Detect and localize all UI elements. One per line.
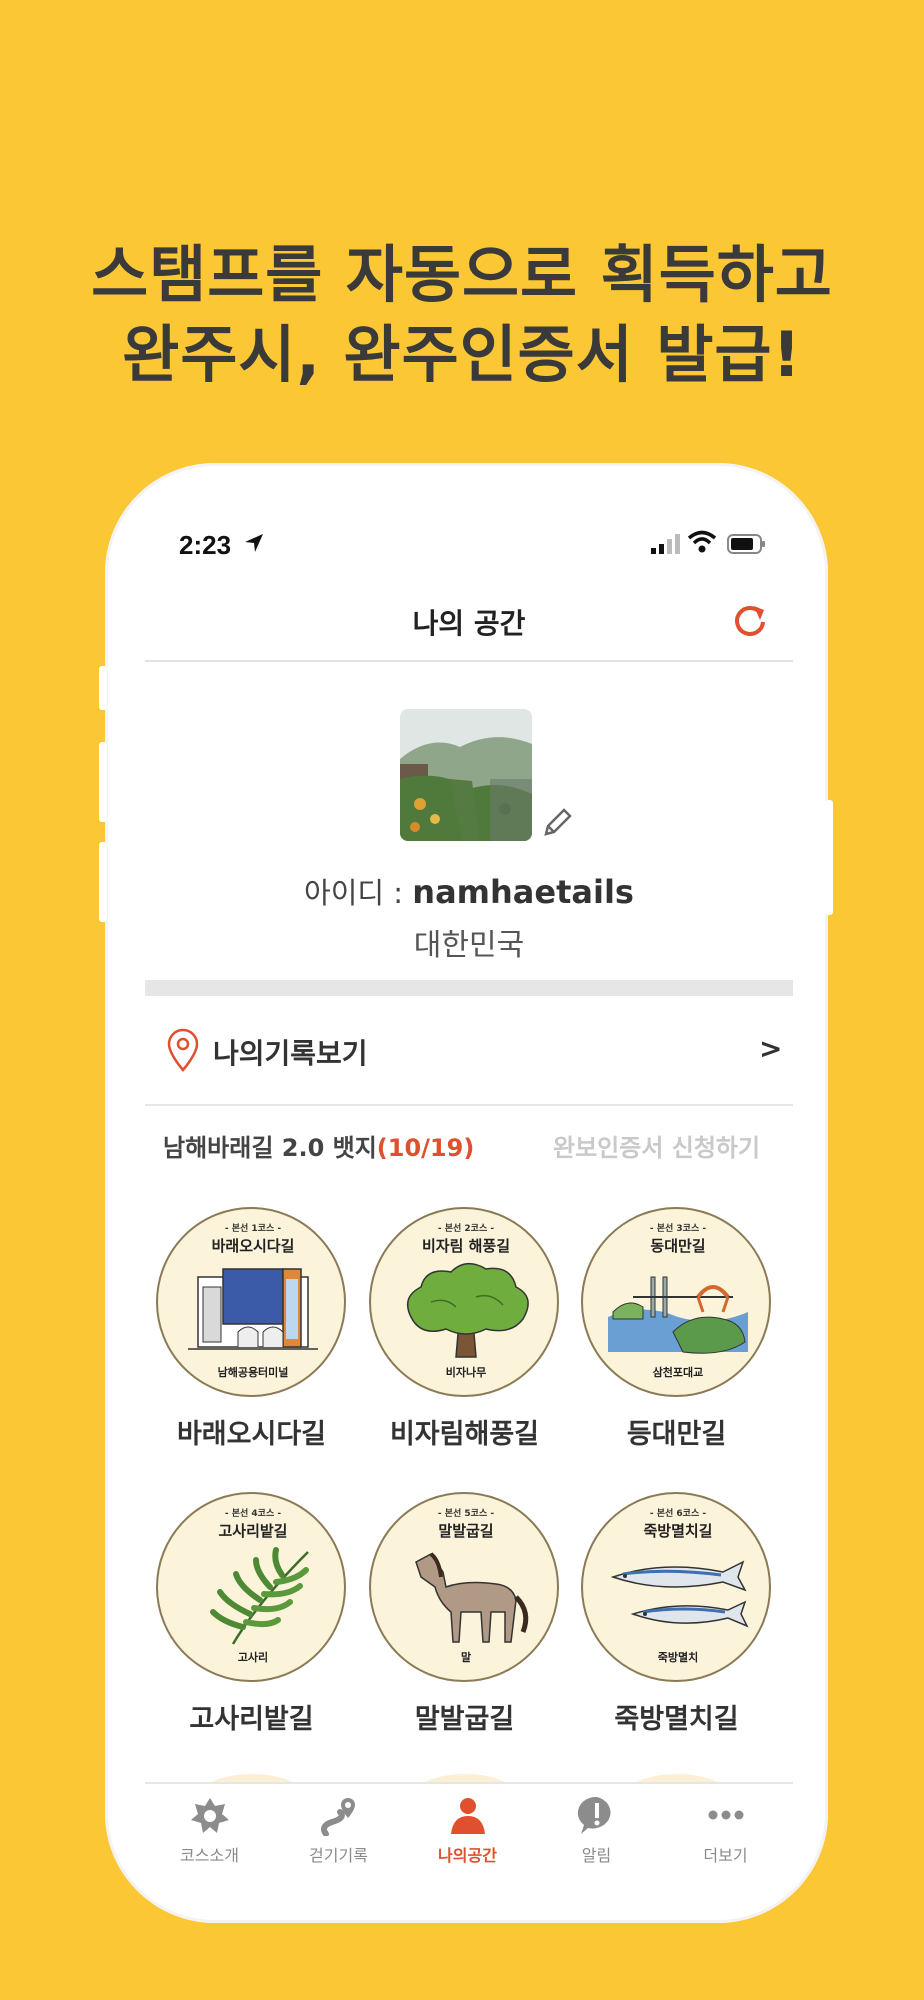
badge-course: - 본선 4코스 - [224, 1509, 282, 1519]
badge-small-name: 비자림 해풍길 [421, 1237, 511, 1255]
tab-my-space[interactable]: 나의공간 [403, 1784, 532, 1872]
badge-landmark: 비자나무 [445, 1366, 487, 1379]
tab-more[interactable]: 더보기 [661, 1784, 790, 1872]
badge-small-name: 동대만길 [650, 1237, 706, 1255]
notch [293, 512, 643, 556]
battery-icon [727, 534, 765, 554]
status-time: 2:23 [179, 530, 232, 560]
badge-course: - 본선 6코스 - [649, 1509, 707, 1519]
my-records-row[interactable]: 나의기록보기 > [145, 996, 793, 1106]
map-pin-icon [167, 1028, 199, 1072]
profile-section: 아이디 : namhaetails 대한민국 [145, 662, 793, 980]
badges-title: 남해바래길 2.0 뱃지(10/19) [163, 1128, 474, 1163]
tree-icon [406, 1263, 529, 1358]
headline-line-1: 스탬프를 자동으로 획득하고 [91, 238, 833, 311]
badge-landmark: 죽방멸치 [657, 1651, 699, 1664]
badge-circle: - 본선 1코스 - 바래오시다길 남해공용터미널 [156, 1207, 346, 1397]
route-icon [321, 1798, 355, 1836]
badges-count: (10/19) [376, 1134, 475, 1162]
tab-walk-records[interactable]: 걷기기록 [274, 1784, 403, 1872]
badge-label: 말발굽길 [414, 1704, 515, 1735]
my-records-label: 나의기록보기 [213, 1037, 368, 1070]
tab-bar: 코스소개 걷기기록 나의공간 알림 더보기 [145, 1782, 793, 1872]
badge-circle: - 본선 4코스 - 고사리밭길 고사리 [156, 1492, 346, 1682]
user-id-value: namhaetails [412, 873, 634, 911]
signal-icon [651, 534, 680, 554]
badge-small-name: 고사리밭길 [218, 1522, 288, 1540]
tab-label: 더보기 [703, 1846, 748, 1865]
profile-photo[interactable] [400, 709, 532, 841]
badge-course: - 본선 5코스 - [437, 1509, 495, 1519]
landscape-photo-image [400, 709, 532, 841]
terminal-building-icon [188, 1268, 318, 1350]
person-icon [451, 1798, 485, 1834]
user-id: 아이디 : namhaetails [145, 870, 793, 912]
more-icon [708, 1810, 744, 1820]
badge-small-name: 죽방멸치길 [643, 1522, 713, 1540]
fern-icon [210, 1547, 309, 1645]
badges-title-text: 남해바래길 2.0 뱃지 [163, 1134, 377, 1162]
tab-label: 걷기기록 [309, 1846, 368, 1865]
badge-landmark: 삼천포대교 [652, 1366, 704, 1379]
section-divider [145, 980, 793, 996]
bridge-icon [608, 1276, 748, 1354]
phone-side-button-2 [99, 742, 107, 822]
badge-label: 고사리밭길 [189, 1704, 314, 1735]
badge-landmark: 고사리 [237, 1651, 269, 1664]
badge-circle: - 본선 2코스 - 비자림 해풍길 비자나무 [369, 1207, 559, 1397]
tab-label: 코스소개 [180, 1846, 239, 1865]
flower-icon [191, 1798, 229, 1833]
badge-label: 등대만길 [626, 1419, 727, 1450]
phone-side-button-1 [99, 666, 107, 710]
chevron-right-icon: > [759, 1032, 783, 1065]
user-id-label: 아이디 : [304, 876, 413, 910]
certificate-request-link[interactable]: 완보인증서 신청하기 [553, 1128, 760, 1163]
location-arrow-icon [245, 534, 263, 552]
headline-line-2: 완주시, 완주인증서 발급! [122, 318, 802, 391]
alert-icon [577, 1796, 611, 1834]
page-title: 나의 공간 [412, 607, 526, 640]
phone-side-button-3 [99, 842, 107, 922]
badge-circle: - 본선 3코스 - 동대만길 삼천포대교 [581, 1207, 771, 1397]
tab-course-intro[interactable]: 코스소개 [145, 1784, 274, 1872]
tab-label: 나의공간 [438, 1846, 497, 1865]
status-bar: 2:23 [145, 512, 793, 582]
badge-label: 바래오시다길 [176, 1419, 327, 1450]
anchovy-icon [610, 1560, 749, 1628]
badge-label: 비자림해풍길 [389, 1419, 540, 1450]
badge-landmark: 말 [460, 1651, 472, 1664]
phone-side-button-4 [825, 800, 833, 915]
horse-icon [415, 1552, 529, 1643]
badge-circle: - 본선 5코스 - 말발굽길 말 [369, 1492, 559, 1682]
edit-pencil-icon[interactable] [540, 806, 574, 840]
badge-label: 죽방멸치길 [614, 1704, 739, 1735]
tab-notifications[interactable]: 알림 [532, 1784, 661, 1872]
badge-course: - 본선 2코스 - [437, 1224, 495, 1234]
navigation-bar: 나의 공간 [145, 582, 793, 662]
wifi-icon [687, 530, 717, 553]
promo-headline: 스탬프를 자동으로 획득하고 완주시, 완주인증서 발급! [0, 235, 924, 395]
tab-label: 알림 [581, 1846, 612, 1865]
phone-screen: 2:23 나의 공간 아이디: namhaetails 대한민국 나의기록보기… [145, 512, 793, 1872]
badge-circle: - 본선 6코스 - 죽방멸치길 죽방멸치 [581, 1492, 771, 1682]
badge-small-name: 바래오시다길 [211, 1237, 295, 1255]
refresh-icon[interactable] [730, 600, 770, 640]
badge-small-name: 말발굽길 [438, 1522, 494, 1540]
badge-course: - 본선 1코스 - [224, 1224, 282, 1234]
user-country: 대한민국 [413, 928, 525, 963]
badge-landmark: 남해공용터미널 [217, 1366, 289, 1379]
badge-course: - 본선 3코스 - [649, 1224, 707, 1234]
